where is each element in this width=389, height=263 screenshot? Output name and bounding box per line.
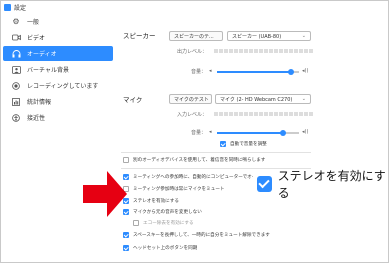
annotation-arrow-icon	[83, 171, 127, 217]
option-label: ヘッドセット上のボタンを同期	[133, 246, 198, 251]
volume-low-icon: ◂	[209, 68, 212, 74]
sidebar-item-label: レコーディングしています	[27, 83, 99, 90]
sidebar-item-accessibility[interactable]: 接近性	[3, 110, 113, 125]
checkbox[interactable]	[123, 245, 129, 251]
statistics-icon	[11, 97, 21, 107]
checkbox[interactable]	[220, 141, 226, 147]
test-speaker-button[interactable]: スピーカーのテ...	[169, 31, 223, 41]
sidebar-item-recording[interactable]: レコーディングしています	[3, 78, 113, 93]
headphones-icon	[11, 49, 21, 59]
microphone-device-select[interactable]: マイク (2- HD Webcam C270) ⌄	[215, 94, 311, 104]
gear-icon: ⚙	[12, 17, 20, 26]
option-mute-mic-on-join[interactable]: ミーティング参加時は常にマイクをミュート	[123, 186, 225, 192]
auto-adjust-volume-label: 自動で音量を調整	[230, 142, 267, 147]
sidebar-item-label: オーディオ	[27, 51, 57, 58]
microphone-device-value: マイク (2- HD Webcam C270)	[220, 96, 293, 103]
option-label: マイクから元の音声を変更しない	[133, 210, 202, 215]
callout-label: ステレオを有効にする	[277, 169, 386, 200]
option-label: ステレオを有効にする	[133, 199, 179, 204]
volume-high-icon: ◂))	[302, 68, 309, 74]
input-level-meter	[214, 112, 313, 116]
checkbox[interactable]	[133, 220, 139, 226]
volume-low-icon: ◂	[209, 129, 212, 135]
sidebar-item-video[interactable]: ビデオ	[3, 30, 113, 45]
person-background-icon	[11, 65, 21, 75]
output-level-label: 出力レベル：	[177, 49, 208, 55]
app-icon	[4, 3, 11, 11]
chevron-down-icon: ⌄	[301, 96, 306, 102]
sidebar-item-label: ビデオ	[27, 35, 46, 42]
speaker-volume-knob[interactable]	[287, 69, 294, 75]
microphone-label: マイク	[123, 96, 143, 104]
microphone-volume-label: 音量：	[191, 130, 207, 136]
accessibility-icon	[11, 113, 21, 123]
option-echo-cancellation[interactable]: エコー除去を有効にする	[133, 220, 194, 226]
sidebar-item-virtual-background[interactable]: バーチャル背景	[3, 62, 113, 77]
speaker-volume-label: 音量：	[191, 69, 207, 75]
option-original-sound[interactable]: マイクから元の音声を変更しない	[123, 209, 202, 215]
audio-settings-panel: スピーカー スピーカーのテ... スピーカー (UAB-80) ⌄ 出力レベル：…	[121, 1, 389, 263]
speaker-device-select[interactable]: スピーカー (UAB-80) ⌄	[227, 31, 311, 41]
checkbox-checked-icon	[257, 176, 272, 192]
option-label: エコー除去を有効にする	[143, 221, 194, 226]
microphone-volume-knob[interactable]	[279, 130, 286, 136]
volume-high-icon: ◂))	[302, 129, 309, 135]
option-label: ミーティング参加時は常にマイクをミュート	[133, 187, 225, 192]
sidebar-item-label: 接近性	[27, 115, 46, 122]
sidebar-item-label: バーチャル背景	[27, 67, 69, 74]
chevron-down-icon: ⌄	[301, 33, 306, 39]
test-speaker-button-label: スピーカーのテ...	[174, 33, 214, 40]
speaker-device-value: スピーカー (UAB-80)	[232, 33, 282, 40]
sidebar-item-label: 統計情報	[27, 99, 52, 106]
sidebar-item-label: 一般	[27, 19, 40, 26]
test-microphone-button-label: マイクのテスト	[174, 96, 209, 103]
sidebar-item-general[interactable]: ⚙ 一般	[3, 14, 113, 29]
option-ring-secondary-device[interactable]: 別のオーディオデバイスを使用して、着信音を同時に鳴らします	[123, 157, 265, 163]
option-sync-headset-buttons[interactable]: ヘッドセット上のボタンを同期	[123, 245, 197, 251]
test-microphone-button[interactable]: マイクのテスト	[169, 94, 212, 104]
option-label: 別のオーディオデバイスを使用して、着信音を同時に鳴らします	[133, 158, 266, 163]
section-divider	[121, 152, 311, 153]
speaker-label: スピーカー	[123, 32, 156, 40]
output-level-meter	[214, 49, 313, 53]
settings-sidebar: ⚙ 一般 ビデオ オーディオ バーチャル背景 レコーディングしています 統計情報…	[3, 14, 113, 126]
settings-window: 設定 ⚙ 一般 ビデオ オーディオ バーチャル背景 レコーディングしています 統…	[0, 0, 389, 263]
stereo-callout: ステレオを有効にする	[253, 169, 387, 200]
speaker-volume-fill	[217, 71, 291, 73]
speaker-volume-slider[interactable]	[217, 69, 299, 75]
option-enable-stereo[interactable]: ステレオを有効にする	[123, 198, 179, 204]
auto-adjust-volume-checkbox[interactable]: 自動で音量を調整	[220, 141, 267, 147]
sidebar-item-audio[interactable]: オーディオ	[3, 46, 113, 61]
microphone-volume-slider[interactable]	[217, 130, 299, 136]
sidebar-item-statistics[interactable]: 統計情報	[3, 94, 113, 109]
option-label: スペースキーを長押しして、一時的に自分をミュート解除できます	[133, 233, 270, 238]
input-level-label: 入力レベル：	[177, 112, 208, 118]
checkbox[interactable]	[123, 157, 129, 163]
window-title: 設定	[14, 4, 27, 12]
checkbox[interactable]	[123, 232, 129, 238]
record-icon	[11, 81, 21, 91]
option-space-to-unmute[interactable]: スペースキーを長押しして、一時的に自分をミュート解除できます	[123, 232, 270, 238]
microphone-volume-fill	[217, 132, 283, 134]
video-camera-icon	[11, 33, 21, 43]
